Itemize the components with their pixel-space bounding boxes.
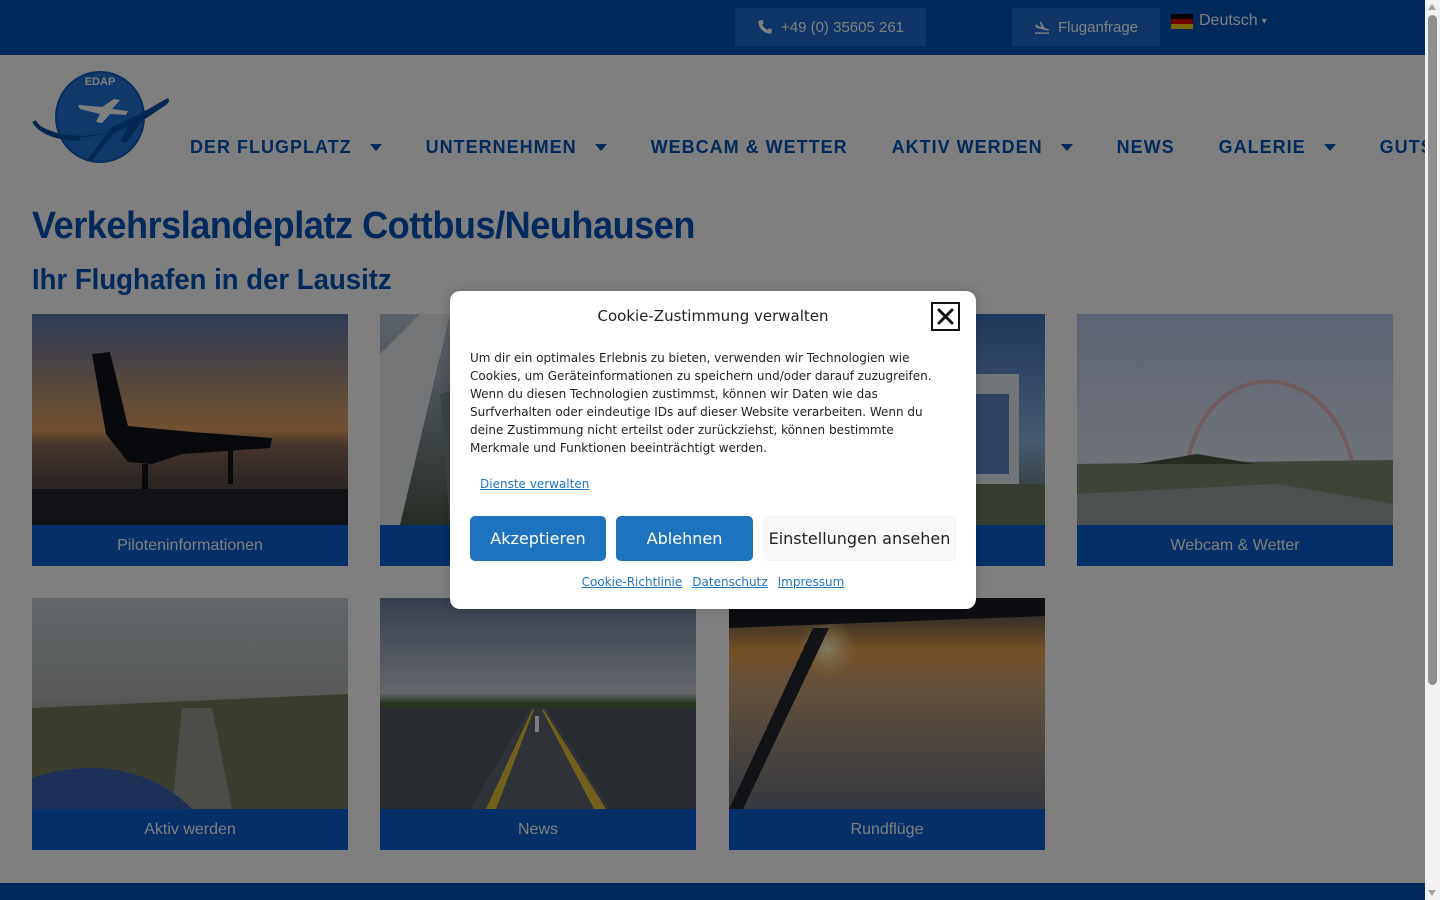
cookie-dialog-title: Cookie-Zustimmung verwalten [597,307,829,325]
accept-button[interactable]: Akzeptieren [470,516,606,561]
deny-button[interactable]: Ablehnen [616,516,753,561]
close-button[interactable] [931,302,960,331]
privacy-link[interactable]: Datenschutz [692,575,767,589]
view-settings-button[interactable]: Einstellungen ansehen [763,516,956,561]
cookie-dialog-links: Cookie-Richtlinie Datenschutz Impressum [450,575,976,589]
cookie-policy-link[interactable]: Cookie-Richtlinie [582,575,683,589]
page-scrollbar[interactable] [1425,0,1440,900]
close-icon [937,308,954,325]
scrollbar-thumb[interactable] [1428,15,1437,685]
cookie-dialog-text: Um dir ein optimales Erlebnis zu bieten,… [470,351,932,455]
cookie-consent-dialog: Cookie-Zustimmung verwalten Um dir ein o… [450,291,976,609]
manage-services-link[interactable]: Dienste verwalten [480,477,589,491]
imprint-link[interactable]: Impressum [778,575,845,589]
scroll-down-arrow-icon[interactable] [1428,890,1436,896]
scroll-up-arrow-icon[interactable] [1428,4,1436,10]
